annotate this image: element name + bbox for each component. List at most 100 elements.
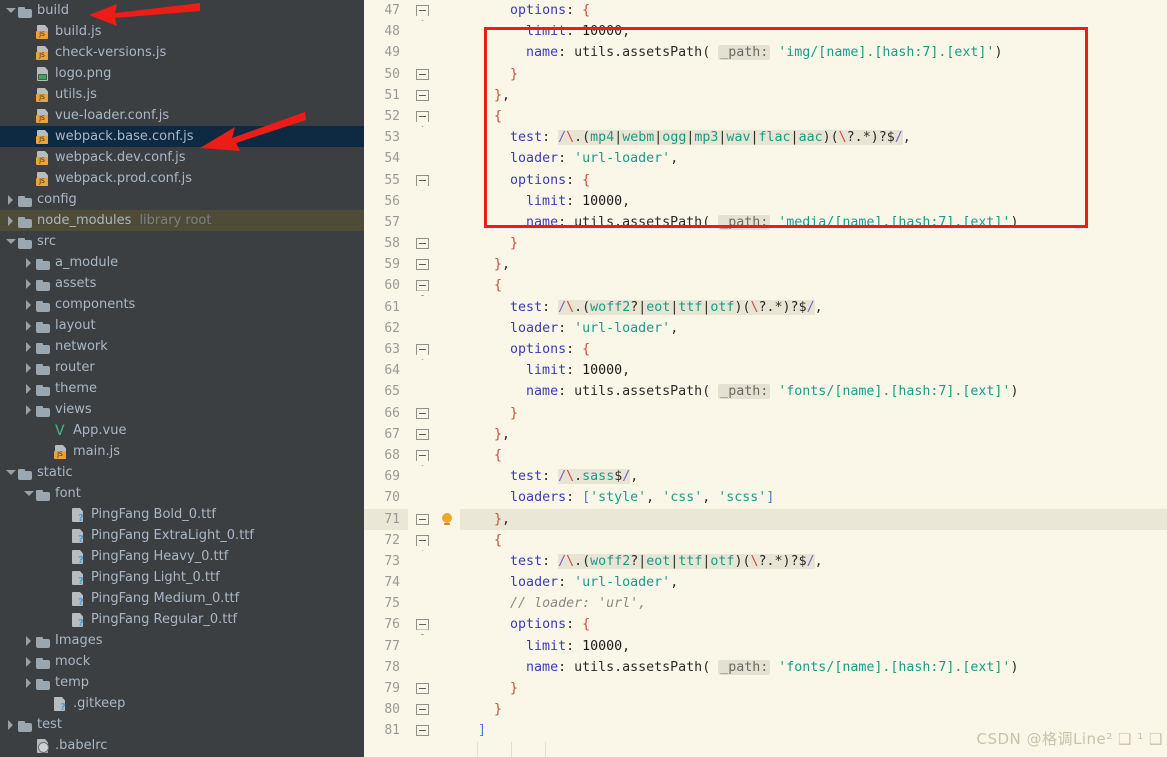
tree-item-pingfang-heavy-0-ttf[interactable]: PingFang Heavy_0.ttf (0, 546, 364, 567)
editor-line[interactable]: 69 test: /\.sass$/, (364, 466, 1167, 488)
editor-line[interactable]: 55 options: { (364, 169, 1167, 191)
code-text[interactable]: test: /\.(woff2?|eot|ttf|otf)(\?.*)?$/, (460, 296, 1167, 318)
fold-collapse-icon[interactable] (416, 174, 429, 186)
editor-line[interactable]: 49 name: utils.assetsPath( _path: 'img/[… (364, 42, 1167, 64)
code-text[interactable]: limit: 10000, (460, 360, 1167, 382)
code-text[interactable]: } (460, 678, 1167, 700)
editor-line[interactable]: 56 limit: 10000, (364, 190, 1167, 212)
editor-line[interactable]: 66 } (364, 402, 1167, 424)
lightbulb-icon[interactable] (441, 512, 453, 525)
code-text[interactable]: limit: 10000, (460, 21, 1167, 43)
tree-item-font[interactable]: font (0, 483, 364, 504)
tree-item-views[interactable]: views (0, 399, 364, 420)
editor-line[interactable]: 58 } (364, 233, 1167, 255)
chevron-down-icon[interactable] (4, 0, 17, 21)
chevron-right-icon[interactable] (22, 357, 35, 378)
tree-item-pingfang-light-0-ttf[interactable]: PingFang Light_0.ttf (0, 567, 364, 588)
tree-item-pingfang-medium-0-ttf[interactable]: PingFang Medium_0.ttf (0, 588, 364, 609)
tree-item-router[interactable]: router (0, 357, 364, 378)
editor-line[interactable]: 77 limit: 10000, (364, 635, 1167, 657)
editor-line[interactable]: 80 } (364, 699, 1167, 721)
tree-item-static[interactable]: static (0, 462, 364, 483)
code-text[interactable]: options: { (460, 169, 1167, 191)
fold-collapse-icon[interactable] (416, 725, 429, 737)
tree-item-a-module[interactable]: a_module (0, 252, 364, 273)
project-tree[interactable]: build build.js check-versions.js logo.png ut… (0, 0, 364, 756)
project-tree-panel[interactable]: build build.js check-versions.js logo.png ut… (0, 0, 364, 757)
code-editor[interactable]: 47 options: {48 limit: 10000, 49 name: ut… (364, 0, 1167, 757)
editor-line[interactable]: 75 // loader: 'url', (364, 593, 1167, 615)
tree-item-babelrc[interactable]: .babelrc (0, 735, 364, 756)
tree-item-src[interactable]: src (0, 231, 364, 252)
tree-item-webpack-prod-conf-js[interactable]: webpack.prod.conf.js (0, 168, 364, 189)
tree-item-main-js[interactable]: main.js (0, 441, 364, 462)
code-text[interactable]: ] (460, 720, 1167, 742)
chevron-right-icon[interactable] (4, 210, 17, 231)
editor-line[interactable]: 65 name: utils.assetsPath( _path: 'fonts… (364, 381, 1167, 403)
editor-line[interactable]: 59 }, (364, 254, 1167, 276)
fold-collapse-icon[interactable] (416, 407, 429, 419)
code-text[interactable]: test: /\.(woff2?|eot|ttf|otf)(\?.*)?$/, (460, 550, 1167, 573)
editor-line[interactable]: 74 loader: 'url-loader', (364, 572, 1167, 594)
fold-collapse-icon[interactable] (416, 513, 429, 525)
code-text[interactable]: loader: 'url-loader', (460, 317, 1167, 340)
tree-item-mock[interactable]: mock (0, 651, 364, 672)
code-text[interactable]: { (460, 529, 1167, 551)
tree-item-pingfang-extralight-0-ttf[interactable]: PingFang ExtraLight_0.ttf (0, 525, 364, 546)
fold-collapse-icon[interactable] (416, 704, 429, 716)
chevron-right-icon[interactable] (22, 273, 35, 294)
editor-line[interactable]: 53 test: /\.(mp4|webm|ogg|mp3|wav|flac|a… (364, 127, 1167, 149)
fold-collapse-icon[interactable] (416, 344, 429, 355)
code-text[interactable]: { (460, 105, 1167, 128)
code-text[interactable]: options: { (460, 339, 1167, 361)
code-text[interactable]: limit: 10000, (460, 635, 1167, 657)
tree-item-utils-js[interactable]: utils.js (0, 84, 364, 105)
editor-line[interactable]: 79 } (364, 678, 1167, 700)
code-text[interactable]: options: { (460, 0, 1167, 22)
fold-collapse-icon[interactable] (416, 619, 429, 631)
code-text[interactable]: } (460, 699, 1167, 721)
chevron-right-icon[interactable] (22, 651, 35, 672)
tree-item-webpack-dev-conf-js[interactable]: webpack.dev.conf.js (0, 147, 364, 168)
tree-item-build[interactable]: build (0, 0, 364, 21)
chevron-right-icon[interactable] (4, 189, 17, 210)
tree-item-images[interactable]: Images (0, 630, 364, 651)
editor-line[interactable]: 81 ] (364, 720, 1167, 742)
chevron-down-icon[interactable] (4, 231, 17, 252)
code-text[interactable]: } (460, 233, 1167, 255)
chevron-right-icon[interactable] (22, 315, 35, 336)
editor-lines[interactable]: 47 options: {48 limit: 10000, 49 name: ut… (364, 0, 1167, 742)
code-text[interactable]: name: utils.assetsPath( _path: 'fonts/[n… (460, 381, 1167, 403)
code-text[interactable]: } (460, 402, 1167, 424)
code-text[interactable]: options: { (460, 614, 1167, 636)
tree-item-test[interactable]: test (0, 714, 364, 735)
editor-line[interactable]: 76 options: { (364, 614, 1167, 636)
editor-line[interactable]: 57 name: utils.assetsPath( _path: 'media… (364, 211, 1167, 234)
editor-line[interactable]: 70 loaders: ['style', 'css', 'scss'] (364, 487, 1167, 509)
editor-line[interactable]: 64 limit: 10000, (364, 360, 1167, 382)
editor-line[interactable]: 72 { (364, 529, 1167, 551)
chevron-right-icon[interactable] (4, 714, 17, 735)
chevron-right-icon[interactable] (22, 672, 35, 693)
code-text[interactable]: }, (460, 423, 1167, 445)
tree-item-vue-loader-conf-js[interactable]: vue-loader.conf.js (0, 105, 364, 126)
code-text[interactable]: }, (460, 84, 1167, 106)
tree-item-pingfang-bold-0-ttf[interactable]: PingFang Bold_0.ttf (0, 504, 364, 525)
chevron-down-icon[interactable] (22, 483, 35, 504)
editor-line[interactable]: 47 options: { (364, 0, 1167, 22)
tree-item-network[interactable]: network (0, 336, 364, 357)
fold-collapse-icon[interactable] (416, 428, 429, 440)
editor-line[interactable]: 78 name: utils.assetsPath( _path: 'fonts… (364, 656, 1167, 679)
fold-collapse-icon[interactable] (416, 5, 429, 16)
editor-line[interactable]: 61 test: /\.(woff2?|eot|ttf|otf)(\?.*)?$… (364, 296, 1167, 318)
code-text[interactable]: loader: 'url-loader', (460, 572, 1167, 594)
code-text[interactable]: { (460, 275, 1167, 297)
code-text[interactable]: }, (460, 508, 1167, 530)
fold-collapse-icon[interactable] (416, 238, 429, 250)
editor-line[interactable]: 73 test: /\.(woff2?|eot|ttf|otf)(\?.*)?$… (364, 550, 1167, 573)
tree-item-layout[interactable]: layout (0, 315, 364, 336)
editor-line[interactable]: 48 limit: 10000, (364, 21, 1167, 43)
fold-collapse-icon[interactable] (416, 68, 429, 80)
tree-item-logo-png[interactable]: logo.png (0, 63, 364, 84)
code-text[interactable]: test: /\.sass$/, (460, 466, 1167, 488)
